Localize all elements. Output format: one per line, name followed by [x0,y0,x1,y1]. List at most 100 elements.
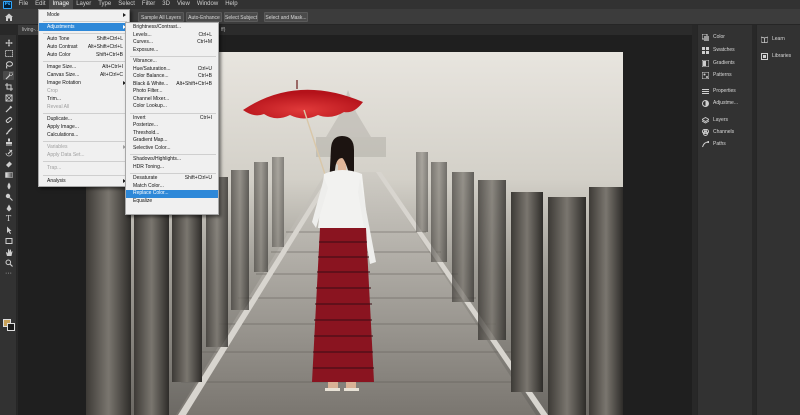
menu-item-replace-color[interactable]: Replace Color... [126,190,218,198]
background-color-swatch[interactable] [7,323,15,331]
panel-layers[interactable]: Layers [702,115,728,125]
path-selection-tool-icon[interactable] [3,225,14,234]
panel-dock-secondary: Learn Libraries [756,25,800,415]
menu-item-analysis[interactable]: Analysis [39,177,129,185]
menu-item-apply-data-set[interactable]: Apply Data Set... [39,151,129,159]
menu-item-vibrance[interactable]: Vibrance... [126,58,218,66]
menu-item-auto-tone[interactable]: Auto Tone Shift+Ctrl+L [39,35,129,43]
menu-item-adjustments[interactable]: Adjustments [39,23,129,31]
menu-item-calculations[interactable]: Calculations... [39,131,129,139]
menu-image[interactable]: Image [49,0,73,9]
menu-item-label: Trap... [47,165,62,171]
panel-swatches[interactable]: Swatches [702,45,735,55]
hand-tool-icon[interactable] [3,247,14,256]
menu-item-shortcut: Alt+Ctrl+I [102,64,123,70]
menu-item-crop[interactable]: Crop [39,87,129,95]
menu-item-desaturate[interactable]: Desaturate Shift+Ctrl+U [126,175,218,183]
home-icon[interactable] [4,12,14,22]
type-tool-icon[interactable]: T [3,214,14,223]
panel-channels[interactable]: Channels [702,127,734,137]
panel-color[interactable]: Color [702,32,725,42]
frame-tool-icon[interactable] [3,93,14,102]
menu-item-hue-saturation[interactable]: Hue/Saturation... Ctrl+U [126,66,218,74]
menu-item-selective-color[interactable]: Selective Color... [126,145,218,153]
menu-item-levels[interactable]: Levels... Ctrl+L [126,32,218,40]
menu-edit[interactable]: Edit [32,0,49,9]
menu-item-variables[interactable]: Variables [39,143,129,151]
sample-all-layers-checkbox[interactable]: Sample All Layers [138,12,184,22]
menu-item-shadows-highlights[interactable]: Shadows/Highlights... [126,156,218,164]
menu-item-threshold[interactable]: Threshold... [126,130,218,138]
select-subject-button[interactable]: Select Subject [224,12,258,22]
dodge-tool-icon[interactable] [3,192,14,201]
menu-window[interactable]: Window [193,0,221,9]
menu-item-brightness-contrast[interactable]: Brightness/Contrast... [126,24,218,32]
menu-item-image-size[interactable]: Image Size... Alt+Ctrl+I [39,63,129,71]
panel-patterns-label: Patterns [713,72,732,78]
panel-libraries[interactable]: Libraries [761,51,791,61]
menu-file[interactable]: File [15,0,32,9]
more-tools-icon[interactable]: ··· [3,269,14,278]
menu-layer[interactable]: Layer [73,0,95,9]
auto-enhance-checkbox[interactable]: Auto-Enhance [186,12,222,22]
menu-select[interactable]: Select [115,0,139,9]
menu-item-auto-contrast[interactable]: Auto Contrast Alt+Shift+Ctrl+L [39,43,129,51]
move-tool-icon[interactable] [3,38,14,47]
menu-type[interactable]: Type [95,0,115,9]
menu-item-exposure[interactable]: Exposure... [126,47,218,55]
menu-item-reveal-all[interactable]: Reveal All [39,103,129,111]
menu-item-label: Equalize [133,197,153,204]
panel-adjustments[interactable]: Adjustme... [702,98,738,108]
menu-item-shortcut: Ctrl+L [198,31,212,38]
quick-selection-tool-icon[interactable] [3,71,14,80]
menu-item-black-white[interactable]: Black & White... Alt+Shift+Ctrl+B [126,81,218,89]
spot-healing-brush-icon[interactable] [3,115,14,124]
panel-gradients[interactable]: Gradients [702,58,735,68]
menu-item-curves[interactable]: Curves... Ctrl+M [126,39,218,47]
menu-item-shortcut: Ctrl+M [197,39,212,45]
history-brush-tool-icon[interactable] [3,148,14,157]
menu-item-trap[interactable]: Trap... [39,164,129,172]
gradient-tool-icon[interactable] [3,170,14,179]
panel-adjustments-label: Adjustme... [713,100,739,106]
marquee-tool-icon[interactable] [3,49,14,58]
menu-item-mode[interactable]: Mode [39,11,129,19]
menu-item-duplicate[interactable]: Duplicate... [39,115,129,123]
menu-item-match-color[interactable]: Match Color... [126,183,218,191]
menu-item-equalize[interactable]: Equalize [126,198,218,206]
menu-item-invert[interactable]: Invert Ctrl+I [126,115,218,123]
crop-tool-icon[interactable] [3,82,14,91]
menu-item-channel-mixer[interactable]: Channel Mixer... [126,96,218,104]
menu-item-label: Auto Color [47,52,71,58]
menu-item-canvas-size[interactable]: Canvas Size... Alt+Ctrl+C [39,71,129,79]
menu-item-apply-image[interactable]: Apply Image... [39,123,129,131]
zoom-tool-icon[interactable] [3,258,14,267]
panel-paths[interactable]: Paths [702,139,726,149]
menu-item-gradient-map[interactable]: Gradient Map... [126,137,218,145]
menu-item-label: Auto Contrast [47,44,78,50]
lasso-tool-icon[interactable] [3,60,14,69]
brush-tool-icon[interactable] [3,126,14,135]
menu-item-photo-filter[interactable]: Photo Filter... [126,88,218,96]
menu-help[interactable]: Help [222,0,241,9]
panel-learn[interactable]: Learn [761,34,785,44]
menu-item-auto-color[interactable]: Auto Color Shift+Ctrl+B [39,51,129,59]
menu-item-color-balance[interactable]: Color Balance... Ctrl+B [126,73,218,81]
blur-tool-icon[interactable] [3,181,14,190]
menu-view[interactable]: View [173,0,193,9]
select-and-mask-button[interactable]: Select and Mask... [264,12,308,22]
eraser-tool-icon[interactable] [3,159,14,168]
menu-item-image-rotation[interactable]: Image Rotation [39,79,129,87]
menu-item-trim[interactable]: Trim... [39,95,129,103]
menu-item-color-lookup[interactable]: Color Lookup... [126,103,218,111]
menu-3d[interactable]: 3D [159,0,174,9]
clone-stamp-tool-icon[interactable] [3,137,14,146]
eyedropper-tool-icon[interactable] [3,104,14,113]
menu-item-hdr-toning[interactable]: HDR Toning... [126,164,218,172]
menu-item-posterize[interactable]: Posterize... [126,122,218,130]
rectangle-tool-icon[interactable] [3,236,14,245]
panel-patterns[interactable]: Patterns [702,70,732,80]
menu-filter[interactable]: Filter [138,0,158,9]
pen-tool-icon[interactable] [3,203,14,212]
panel-properties[interactable]: Properties [702,86,736,96]
